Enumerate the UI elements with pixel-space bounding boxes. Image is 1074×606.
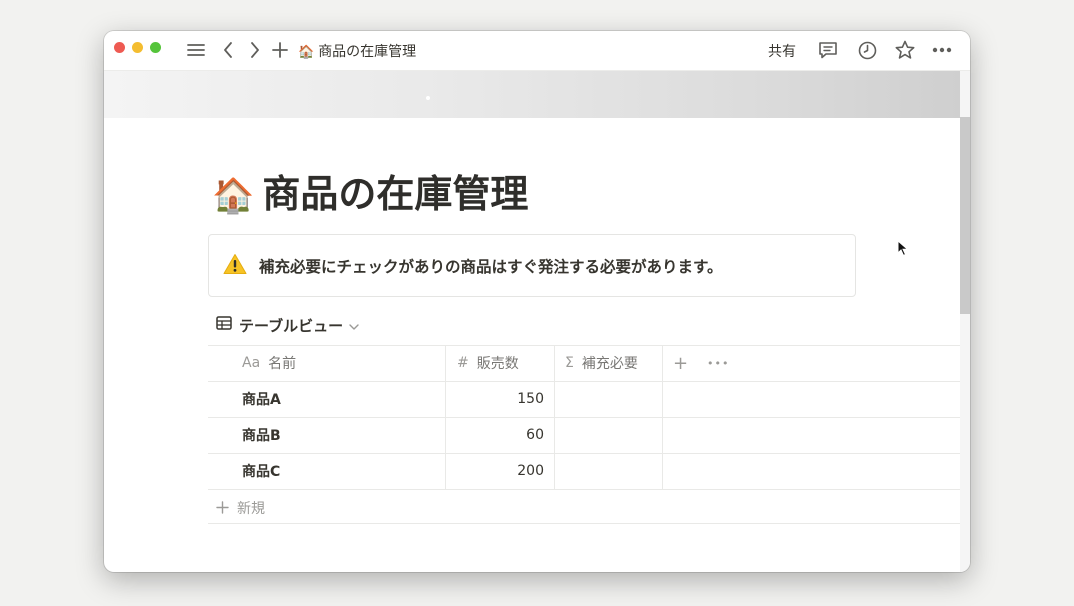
new-row-button[interactable]: 新規 <box>216 498 265 518</box>
callout-block[interactable]: 補充必要にチェックがありの商品はすぐ発注する必要があります。 <box>208 234 856 297</box>
number-property-icon: # <box>457 355 469 371</box>
warning-icon <box>223 253 247 279</box>
table-cell-restock[interactable] <box>565 453 655 489</box>
formula-property-icon: Σ <box>565 355 574 371</box>
comment-icon[interactable] <box>816 38 840 62</box>
table-row-name[interactable]: 商品A <box>242 381 281 417</box>
column-header-label: 名前 <box>268 356 297 372</box>
house-icon: 🏠 <box>298 45 315 60</box>
plus-icon <box>216 500 229 516</box>
table-border <box>208 489 960 490</box>
column-header-label: 補充必要 <box>581 356 638 372</box>
breadcrumb-page[interactable]: 🏠 商品の在庫管理 <box>298 41 416 61</box>
column-header-name[interactable]: Aa 名前 <box>242 345 296 381</box>
sidebar-menu-icon[interactable] <box>184 38 208 62</box>
text-property-icon: Aa <box>242 355 261 371</box>
column-header-label: 販売数 <box>476 356 519 372</box>
table-cell-restock[interactable] <box>565 381 655 417</box>
share-button[interactable]: 共有 <box>768 41 796 61</box>
zoom-window-button[interactable] <box>150 42 161 53</box>
back-arrow-icon[interactable] <box>216 38 240 62</box>
table-cell-sales[interactable]: 60 <box>454 417 544 453</box>
table-view-tab[interactable]: テーブルビュー <box>216 314 359 336</box>
page-title[interactable]: 🏠 商品の在庫管理 <box>212 169 528 221</box>
view-label: テーブルビュー <box>239 316 344 335</box>
cover-dot <box>426 96 430 100</box>
table-cell-sales[interactable]: 200 <box>454 453 544 489</box>
plus-icon[interactable] <box>268 38 292 62</box>
minimize-window-button[interactable] <box>132 42 143 53</box>
column-divider[interactable] <box>662 345 663 489</box>
column-header-sales[interactable]: # 販売数 <box>457 345 519 381</box>
star-icon[interactable] <box>893 38 917 62</box>
more-options-icon[interactable]: ••• <box>707 345 729 381</box>
column-divider[interactable] <box>554 345 555 489</box>
app-window: 🏠 商品の在庫管理 共有 🏠 商品の在庫管理 補充必要にチェックがありの商品はすぐ発… <box>104 31 970 572</box>
page-title-text: 商品の在庫管理 <box>262 172 529 216</box>
page-cover[interactable] <box>104 71 960 118</box>
breadcrumb-title: 商品の在庫管理 <box>318 44 417 60</box>
table-row-name[interactable]: 商品B <box>242 417 281 453</box>
table-icon <box>216 316 232 334</box>
forward-arrow-icon[interactable] <box>243 38 267 62</box>
more-icon[interactable] <box>930 38 954 62</box>
table-border <box>208 523 960 524</box>
close-window-button[interactable] <box>114 42 125 53</box>
title-bar: 🏠 商品の在庫管理 共有 <box>104 31 970 71</box>
table-row-name[interactable]: 商品C <box>242 453 280 489</box>
history-clock-icon[interactable] <box>855 38 879 62</box>
column-divider[interactable] <box>445 345 446 489</box>
callout-text: 補充必要にチェックがありの商品はすぐ発注する必要があります。 <box>259 258 723 276</box>
table-cell-restock[interactable] <box>565 417 655 453</box>
scrollbar-thumb[interactable] <box>960 117 970 314</box>
house-icon[interactable]: 🏠 <box>212 176 254 216</box>
table-cell-sales[interactable]: 150 <box>454 381 544 417</box>
add-column-button[interactable]: + <box>673 345 688 381</box>
new-row-label: 新規 <box>237 501 265 517</box>
column-header-restock[interactable]: Σ 補充必要 <box>565 345 638 381</box>
mouse-cursor-icon <box>897 240 909 257</box>
chevron-down-icon[interactable] <box>349 316 359 334</box>
